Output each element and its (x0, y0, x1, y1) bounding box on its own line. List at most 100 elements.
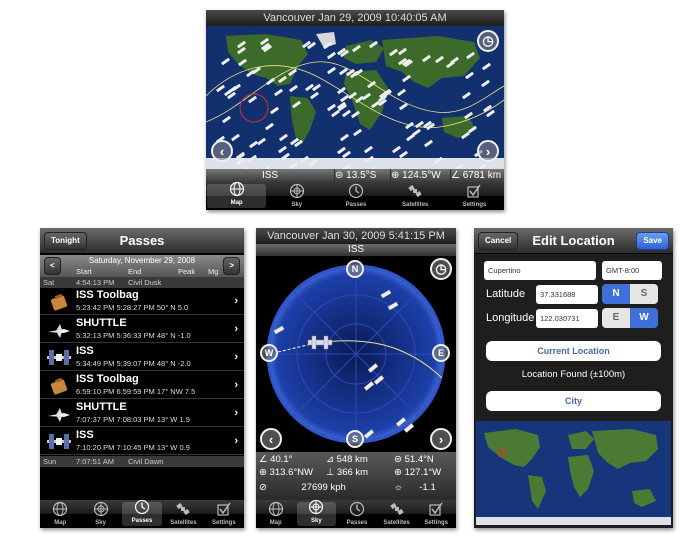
section-day: Sun (43, 457, 57, 466)
city-button[interactable]: City (486, 391, 661, 411)
column-end: End (128, 267, 142, 276)
east-west-toggle[interactable]: E W (602, 308, 658, 328)
satellite-icon (461, 126, 471, 140)
tab-settings[interactable]: Settings (416, 500, 456, 528)
tab-settings[interactable]: Settings (204, 500, 244, 528)
tab-passes[interactable]: Passes (121, 499, 163, 526)
pass-row[interactable]: SHUTTLE 5:32:13 PM 5:36:33 PM 48° N -1.0 › (40, 316, 244, 343)
pass-row[interactable]: ISS Toolbag 6:59:10 PM 6:59:59 PM 17° NW … (40, 372, 244, 399)
section-time: 4:54:13 PM (76, 278, 115, 287)
chevron-left-icon: ‹ (219, 143, 225, 159)
map-screen: Vancouver Jan 29, 2009 10:40:05 AM ◷ ‹ ›… (206, 10, 504, 210)
pass-row[interactable]: ISS Toolbag 5:23:42 PM 5:28:27 PM 50° N 5… (40, 288, 244, 315)
south-label: S (351, 434, 358, 444)
clock-button[interactable]: ◷ (430, 258, 452, 280)
longitude-label: Longitude (486, 312, 535, 324)
tab-sky[interactable]: Sky (80, 500, 120, 528)
pass-row[interactable]: SHUTTLE 7:07:37 PM 7:08:03 PM 13° W 1.9 › (40, 400, 244, 427)
location-map[interactable] (476, 421, 671, 525)
current-location-button[interactable]: Current Location (486, 341, 661, 361)
tab-sky[interactable]: Sky (296, 499, 337, 526)
next-satellite-button[interactable]: › (430, 428, 452, 450)
longitude-value: 124.5°W (402, 170, 441, 181)
north-south-toggle[interactable]: N S (602, 284, 658, 304)
pass-detail: 5:34:49 PM 5:39:07 PM 48° N -2.0 (76, 359, 191, 368)
prev-satellite-button[interactable]: ‹ (211, 140, 233, 162)
chevron-right-icon: › (485, 143, 491, 159)
pass-name: ISS (76, 429, 94, 441)
satellite-icon (481, 57, 491, 70)
satellite-icon (364, 140, 374, 154)
satellite-icon (235, 147, 245, 160)
satellite-icon (464, 66, 474, 80)
longitude-field[interactable]: 122.030731 (536, 309, 598, 328)
north-segment[interactable]: N (602, 284, 630, 304)
tab-label: Sky (291, 202, 303, 208)
satellite-icon (446, 55, 456, 69)
tab-passes[interactable]: Passes (337, 500, 377, 528)
south-segment[interactable]: S (630, 284, 658, 304)
magnitude-value: -1.1 (419, 482, 436, 493)
satellite-icon (481, 74, 491, 88)
column-start: Start (76, 267, 92, 276)
tab-satellites[interactable]: Satellites (163, 500, 203, 528)
pass-row[interactable]: ISS 7:10:20 PM 7:10:45 PM 13° W 0.9 › (40, 428, 244, 455)
tab-bar: Map Sky Passes Satellites Settings (206, 181, 504, 210)
east-segment[interactable]: E (602, 308, 630, 328)
edit-title-bar: Edit Location Cancel Save (474, 228, 673, 254)
east-label: E (437, 348, 444, 358)
timezone-field[interactable]: GMT-8:00 (602, 261, 662, 280)
satellite-icon (323, 36, 333, 50)
column-peak: Peak (178, 267, 196, 276)
tab-map[interactable]: Map (207, 181, 267, 208)
satellite-icon (337, 42, 347, 56)
west-segment[interactable]: W (630, 308, 658, 328)
pass-detail: 5:32:13 PM 5:36:33 PM 48° N -1.0 (76, 331, 191, 340)
city-field[interactable]: Cupertino (484, 261, 596, 280)
pass-row[interactable]: ISS 5:34:49 PM 5:39:07 PM 48° N -2.0 › (40, 344, 244, 371)
satellite-icon (326, 98, 336, 112)
satellite-icon (292, 95, 302, 109)
satellite-icon (340, 128, 350, 142)
elevation-value: 313.6°NW (269, 467, 314, 478)
satellite-icon (230, 128, 240, 142)
clock-icon (349, 501, 365, 520)
satellite-icon (396, 83, 406, 97)
passes-screen: Passes Tonight < Saturday, November 29, … (40, 228, 244, 528)
tab-label: Passes (345, 202, 367, 208)
pass-name: ISS Toolbag (76, 373, 139, 385)
azimuth-value: 40.1° (270, 454, 293, 465)
satellite-icon (369, 35, 379, 49)
speed-readout: ⊘ 27699 kph (259, 481, 387, 494)
cancel-button[interactable]: Cancel (478, 232, 519, 250)
tab-label: Passes (346, 520, 368, 526)
toolbag-icon (46, 291, 72, 312)
next-day-button[interactable]: > (223, 257, 240, 275)
satellite-icon (288, 156, 298, 170)
save-button[interactable]: Save (636, 232, 669, 250)
tab-map[interactable]: Map (256, 500, 296, 528)
latitude-readout: ⊜ 13.5°S (334, 169, 390, 182)
tab-satellites[interactable]: Satellites (386, 182, 445, 210)
tab-satellites[interactable]: Satellites (377, 500, 417, 528)
tab-passes[interactable]: Passes (326, 182, 385, 210)
tonight-button[interactable]: Tonight (44, 232, 87, 250)
satellite-icon (341, 104, 351, 118)
pass-detail: 6:59:10 PM 6:59:59 PM 17° NW 7.5 (76, 387, 196, 396)
prev-satellite-button[interactable]: ‹ (260, 428, 282, 450)
longitude-readout: ⊕ 127.1°W (394, 467, 442, 478)
sky-dome[interactable] (256, 256, 456, 452)
latitude-field[interactable]: 37.331688 (536, 285, 598, 304)
section-label: Civil Dusk (128, 278, 162, 287)
checkmark-icon (428, 501, 444, 520)
tab-label: Passes (131, 518, 153, 524)
pass-detail: 7:07:37 PM 7:08:03 PM 13° W 1.9 (76, 415, 190, 424)
satellite-icon (462, 86, 472, 100)
tab-sky[interactable]: Sky (267, 182, 326, 210)
next-satellite-button[interactable]: › (477, 140, 499, 162)
tab-map[interactable]: Map (40, 500, 80, 528)
clock-button[interactable]: ◷ (477, 30, 499, 52)
satellite-icon (287, 63, 297, 77)
tab-settings[interactable]: Settings (445, 182, 504, 210)
tab-label: Satellites (170, 520, 197, 526)
